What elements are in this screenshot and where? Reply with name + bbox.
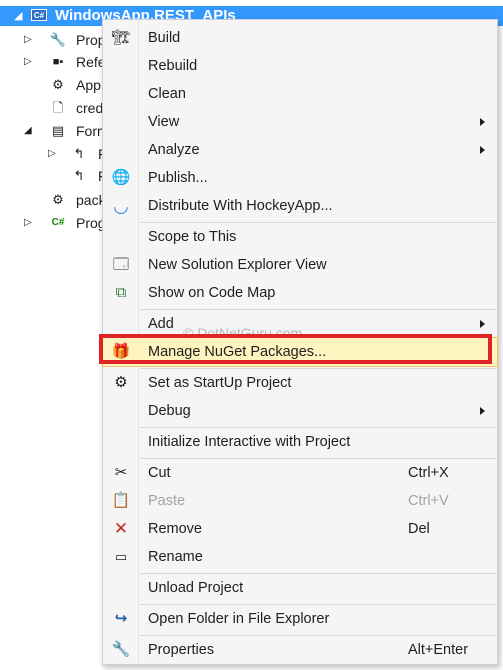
menu-item-debug[interactable]: Debug [103,397,497,425]
menu-item-label: Remove [148,521,202,537]
expanded-arrow-icon[interactable]: ◢ [24,120,32,142]
menu-item-build[interactable]: 🏗 Build [103,24,497,52]
menu-item-shortcut: Alt+Enter [408,642,469,658]
menu-item-label: View [148,114,180,130]
menu-item-label: Open Folder in File Explorer [148,611,330,627]
menu-item-paste[interactable]: 📋 Paste Ctrl+V [103,487,497,515]
references-icon: ■▪ [52,56,64,68]
menu-item-shortcut: Ctrl+X [408,465,449,481]
menu-item-add[interactable]: Add [103,310,497,338]
collapse-arrow-icon[interactable]: ▷ [24,29,32,51]
menu-item-label: Clean [148,86,186,102]
wrench-icon: 🔧 [49,32,67,47]
form-file-icon: ↰ [73,146,85,161]
menu-item-label: Show on Code Map [148,285,276,301]
menu-item-label: Add [148,316,174,332]
globe-icon: 🌐 [111,169,131,186]
menu-item-distribute-hockeyapp[interactable]: ◡ Distribute With HockeyApp... [103,192,497,220]
config-icon: ⚙ [52,192,64,207]
menu-item-label: Build [148,30,181,46]
build-icon: 🏗 [111,29,131,46]
menu-item-rebuild[interactable]: Rebuild [103,52,497,80]
menu-item-remove[interactable]: ✕ Remove Del [103,515,497,543]
config-icon: ⚙ [52,77,64,92]
file-icon: 🗋 [52,100,64,115]
csharp-project-icon: C# [31,9,47,21]
tree-node-label: App [76,77,101,93]
menu-item-open-folder[interactable]: ↪ Open Folder in File Explorer [103,605,497,633]
gear-icon: ⚙ [114,374,128,391]
menu-item-set-startup-project[interactable]: ⚙ Set as StartUp Project [103,369,497,397]
menu-item-label: Distribute With HockeyApp... [148,198,333,214]
remove-x-icon: ✕ [113,519,129,538]
menu-item-label: Initialize Interactive with Project [148,434,351,450]
tree-node-label: cred [76,100,104,116]
menu-item-label: Manage NuGet Packages... [148,344,327,360]
menu-item-label: Debug [148,403,191,419]
menu-item-unload-project[interactable]: Unload Project [103,574,497,602]
hockeyapp-icon: ◡ [113,196,129,216]
menu-item-publish[interactable]: 🌐 Publish... [103,164,497,192]
menu-item-label: Unload Project [148,580,244,596]
collapse-arrow-icon[interactable]: ▷ [24,212,32,234]
menu-item-label: Scope to This [148,229,237,245]
form-file-icon: ↰ [73,168,85,183]
wrench-icon: 🔧 [111,641,131,658]
menu-item-label: Analyze [148,142,200,158]
menu-item-label: Set as StartUp Project [148,375,292,391]
submenu-arrow-icon [480,407,485,415]
menu-item-show-on-code-map[interactable]: ⧉ Show on Code Map [103,279,497,307]
csharp-icon: C# [51,217,65,228]
clipboard-icon: 📋 [111,492,131,509]
menu-item-shortcut: Ctrl+V [408,493,449,509]
menu-item-label: Rename [148,549,203,565]
scissors-icon: ✂ [114,464,128,481]
menu-item-label: New Solution Explorer View [148,257,327,273]
menu-item-view[interactable]: View [103,108,497,136]
submenu-arrow-icon [480,146,485,154]
menu-item-label: Paste [148,493,186,509]
code-map-icon: ⧉ [115,284,127,301]
collapse-arrow-icon[interactable]: ▷ [48,143,56,165]
nuget-package-icon: 🎁 [111,343,131,360]
context-menu: 🏗 Build Rebuild Clean View Analyze 🌐 Pub… [102,19,498,665]
submenu-arrow-icon [480,320,485,328]
menu-item-cut[interactable]: ✂ Cut Ctrl+X [103,459,497,487]
menu-item-initialize-interactive[interactable]: Initialize Interactive with Project [103,428,497,456]
expand-arrow-icon[interactable]: ◢ [14,9,22,22]
menu-item-clean[interactable]: Clean [103,80,497,108]
menu-item-shortcut: Del [408,521,430,537]
form-icon: ▤ [51,123,65,138]
collapse-arrow-icon[interactable]: ▷ [24,51,32,73]
menu-item-analyze[interactable]: Analyze [103,136,497,164]
menu-item-label: Properties [148,642,215,658]
submenu-arrow-icon [480,118,485,126]
menu-item-properties[interactable]: 🔧 Properties Alt+Enter [103,636,497,664]
rename-icon: ▭ [114,549,128,564]
menu-item-rename[interactable]: ▭ Rename [103,543,497,571]
menu-item-scope-to-this[interactable]: Scope to This [103,223,497,251]
menu-item-manage-nuget-packages[interactable]: 🎁 Manage NuGet Packages... [102,337,498,367]
menu-item-new-solution-explorer-view[interactable]: 🗔 New Solution Explorer View [103,251,497,279]
menu-item-label: Rebuild [148,58,198,74]
open-folder-arrow-icon: ↪ [114,610,128,627]
menu-item-label: Publish... [148,170,208,186]
new-window-icon: 🗔 [112,256,130,273]
menu-item-label: Cut [148,465,171,481]
